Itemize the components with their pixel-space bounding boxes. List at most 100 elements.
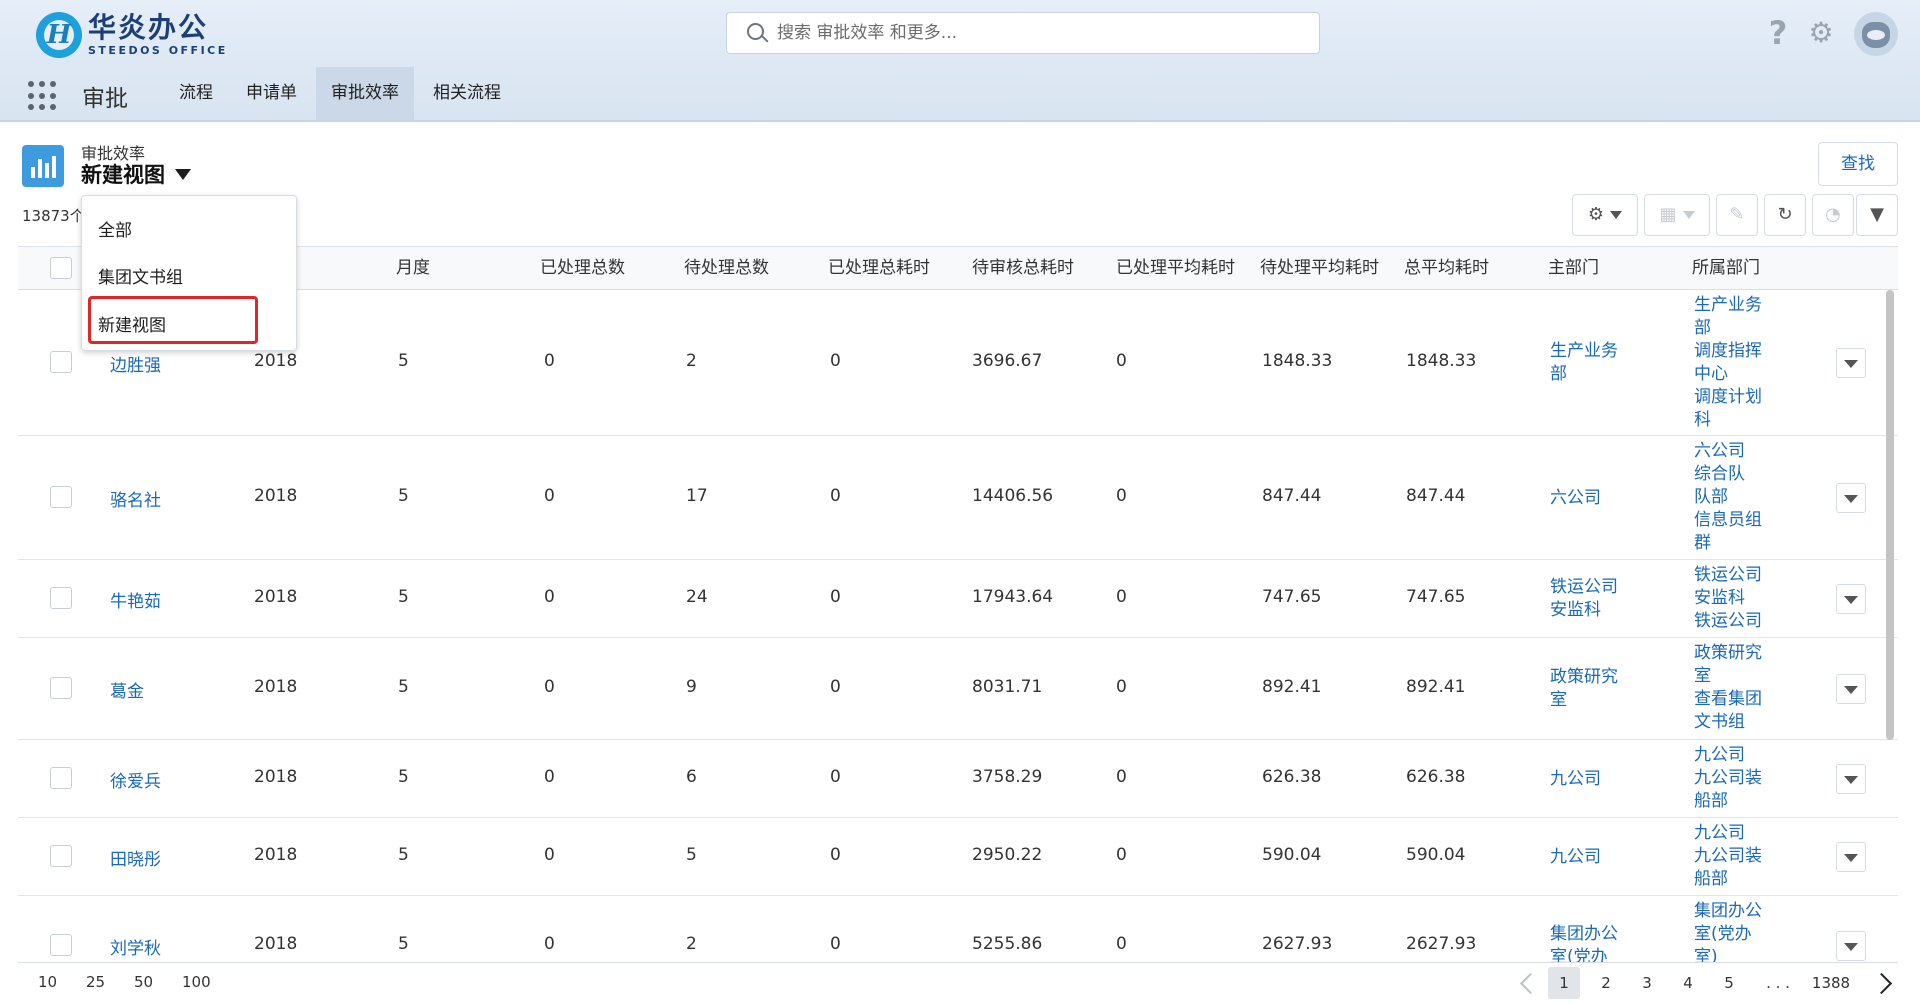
column-header-total-avg[interactable]: 总平均耗时 — [1404, 247, 1489, 290]
column-header-pending-avg[interactable]: 待处理平均耗时 — [1260, 247, 1379, 290]
table-row[interactable]: 田晓彤 2018 5 0 5 0 2950.22 0 590.04 590.04 九公司 九公司 九公司… — [18, 818, 1898, 896]
dept-line[interactable]: 调度计划科 — [1694, 386, 1770, 432]
row-checkbox[interactable] — [50, 486, 72, 508]
view-menu-item-all[interactable]: 全部 — [98, 216, 132, 241]
dept-line[interactable]: 铁运公司 — [1694, 610, 1770, 633]
next-page-icon[interactable] — [1874, 971, 1890, 995]
cell-main-dept-link[interactable]: 六公司 — [1550, 487, 1626, 510]
help-icon[interactable]: ? — [1764, 16, 1792, 50]
cell-depts-link[interactable]: 九公司 九公司装船部 — [1694, 822, 1770, 892]
dept-line[interactable]: 调度指挥中心 — [1694, 340, 1770, 386]
dept-line[interactable]: 政策研究室 — [1694, 642, 1770, 688]
view-menu-item-group-docs[interactable]: 集团文书组 — [98, 263, 183, 288]
dept-line[interactable]: 室(党办 — [1694, 923, 1770, 946]
dept-line[interactable]: 九公司装船部 — [1694, 845, 1770, 891]
dept-line[interactable]: 综合队 — [1694, 463, 1770, 486]
row-checkbox[interactable] — [50, 845, 72, 867]
search-input[interactable] — [777, 23, 1297, 43]
cell-name-link[interactable]: 牛艳茹 — [110, 587, 161, 612]
row-checkbox[interactable] — [50, 587, 72, 609]
steedos-logo[interactable]: H 华炎办公 STEEDOS OFFICE — [36, 12, 228, 58]
dept-line[interactable]: 六公司 — [1694, 440, 1770, 463]
page-size-50[interactable]: 50 — [134, 973, 153, 991]
dept-line[interactable]: 生产业务部 — [1694, 294, 1770, 340]
row-actions-button[interactable] — [1836, 931, 1866, 961]
cell-main-dept-link[interactable]: 九公司 — [1550, 768, 1626, 791]
cell-depts-link[interactable]: 六公司 综合队 队部 信息员组群 — [1694, 440, 1770, 556]
dept-line[interactable]: 信息员组群 — [1694, 509, 1770, 555]
user-avatar[interactable] — [1854, 12, 1898, 56]
prev-page-icon[interactable] — [1518, 971, 1534, 995]
page-5[interactable]: 5 — [1713, 967, 1745, 999]
list-view-switcher[interactable]: 新建视图 — [81, 159, 191, 189]
app-launcher-icon[interactable] — [28, 81, 58, 111]
cell-name-link[interactable]: 葛金 — [110, 677, 144, 702]
table-row[interactable]: 刘学秋 2018 5 0 2 0 5255.86 0 2627.93 2627.93 集团办公室(党… — [18, 896, 1898, 962]
row-checkbox[interactable] — [50, 677, 72, 699]
row-actions-button[interactable] — [1836, 348, 1866, 378]
cell-main-dept-link[interactable]: 政策研究室 — [1550, 666, 1626, 712]
page-size-100[interactable]: 100 — [182, 973, 211, 991]
column-header-done-avg[interactable]: 已处理平均耗时 — [1116, 247, 1235, 290]
page-3[interactable]: 3 — [1631, 967, 1663, 999]
table-row[interactable]: 牛艳茹 2018 5 0 24 0 17943.64 0 747.65 747.65 铁运公司安监科… — [18, 560, 1898, 638]
table-row[interactable]: 边胜强 2018 5 0 2 0 3696.67 0 1848.33 1848.33 生产业务部 生产… — [18, 290, 1898, 436]
table-row[interactable]: 徐爱兵 2018 5 0 6 0 3758.29 0 626.38 626.38 九公司 九公司 九公司… — [18, 740, 1898, 818]
row-checkbox[interactable] — [50, 767, 72, 789]
page-size-25[interactable]: 25 — [86, 973, 105, 991]
column-header-pending-count[interactable]: 待处理总数 — [684, 247, 769, 290]
cell-main-dept-link[interactable]: 集团办公室(党办 — [1550, 923, 1626, 962]
tab-related-workflows[interactable]: 相关流程 — [418, 67, 516, 120]
row-actions-button[interactable] — [1836, 842, 1866, 872]
cell-main-dept-link[interactable]: 铁运公司安监科 — [1550, 576, 1626, 622]
dept-line[interactable]: 铁运公司 — [1694, 564, 1770, 587]
dept-line[interactable]: 室) — [1694, 946, 1770, 962]
page-2[interactable]: 2 — [1590, 967, 1622, 999]
list-settings-button[interactable]: ⚙ — [1572, 194, 1638, 236]
row-checkbox[interactable] — [50, 934, 72, 956]
column-header-done-count[interactable]: 已处理总数 — [540, 247, 625, 290]
refresh-button[interactable]: ↻ — [1764, 194, 1806, 236]
column-header-pending-time[interactable]: 待审核总耗时 — [972, 247, 1074, 290]
find-button[interactable]: 查找 — [1818, 142, 1898, 186]
select-all-checkbox[interactable] — [50, 257, 72, 279]
table-scrollbar[interactable] — [1886, 290, 1894, 740]
dept-line[interactable]: 九公司 — [1694, 744, 1770, 767]
dept-line[interactable]: 九公司装船部 — [1694, 767, 1770, 813]
cell-depts-link[interactable]: 政策研究室 查看集团文书组 — [1694, 642, 1770, 736]
page-1[interactable]: 1 — [1548, 967, 1580, 999]
tab-workflow[interactable]: 流程 — [164, 67, 228, 120]
column-header-main-dept[interactable]: 主部门 — [1548, 247, 1599, 290]
row-actions-button[interactable] — [1836, 584, 1866, 614]
global-search[interactable] — [726, 12, 1320, 54]
cell-depts-link[interactable]: 集团办公 室(党办 室) — [1694, 900, 1770, 962]
dept-line[interactable]: 队部 — [1694, 486, 1770, 509]
cell-name-link[interactable]: 田晓彤 — [110, 845, 161, 870]
cell-name-link[interactable]: 骆名社 — [110, 486, 161, 511]
dept-line[interactable]: 九公司 — [1694, 822, 1770, 845]
dept-line[interactable]: 集团办公 — [1694, 900, 1770, 923]
table-row[interactable]: 骆名社 2018 5 0 17 0 14406.56 0 847.44 847.44 六公司 六公司综… — [18, 436, 1898, 560]
page-4[interactable]: 4 — [1672, 967, 1704, 999]
table-row[interactable]: 葛金 2018 5 0 9 0 8031.71 0 892.41 892.41 政策研究室 政策研究室… — [18, 638, 1898, 740]
cell-depts-link[interactable]: 铁运公司 安监科 铁运公司 — [1694, 564, 1770, 634]
tab-approval-efficiency[interactable]: 审批效率 — [316, 67, 414, 120]
tab-applications[interactable]: 申请单 — [231, 67, 312, 120]
cell-name-link[interactable]: 边胜强 — [110, 351, 161, 376]
page-last[interactable]: 1388 — [1808, 967, 1854, 999]
cell-main-dept-link[interactable]: 九公司 — [1550, 846, 1626, 869]
column-header-depts[interactable]: 所属部门 — [1692, 247, 1760, 290]
row-checkbox[interactable] — [50, 351, 72, 373]
cell-depts-link[interactable]: 生产业务部 调度指挥中心 调度计划科 — [1694, 294, 1770, 432]
filter-button[interactable]: ▼ — [1856, 194, 1898, 236]
gear-icon[interactable]: ⚙ — [1806, 18, 1836, 48]
cell-name-link[interactable]: 刘学秋 — [110, 934, 161, 959]
row-actions-button[interactable] — [1836, 674, 1866, 704]
page-size-10[interactable]: 10 — [38, 973, 57, 991]
row-actions-button[interactable] — [1836, 764, 1866, 794]
column-header-month[interactable]: 月度 — [396, 247, 430, 290]
dept-line[interactable]: 查看集团文书组 — [1694, 688, 1770, 734]
dept-line[interactable]: 安监科 — [1694, 587, 1770, 610]
column-header-done-time[interactable]: 已处理总耗时 — [828, 247, 930, 290]
cell-name-link[interactable]: 徐爱兵 — [110, 767, 161, 792]
